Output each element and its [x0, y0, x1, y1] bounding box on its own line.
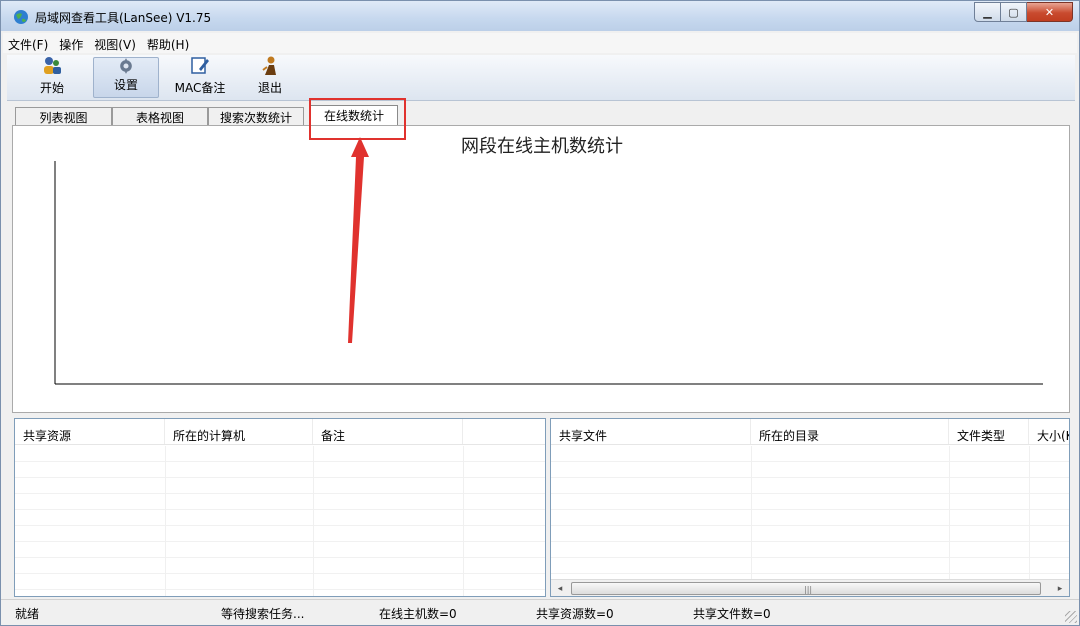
- maximize-icon: ▢: [1008, 5, 1019, 19]
- menu-bar: 文件(F) 操作 视图(V) 帮助(H): [3, 33, 1077, 53]
- menu-help[interactable]: 帮助(H): [142, 33, 195, 53]
- shared-files-list[interactable]: 共享文件 所在的目录 文件类型 大小(K ◂ ||| ▸: [550, 418, 1070, 597]
- minimize-icon: ▁: [983, 5, 992, 19]
- col-share-file[interactable]: 共享文件: [551, 419, 751, 444]
- close-button[interactable]: ✕: [1027, 2, 1073, 22]
- settings-button[interactable]: 设置: [93, 57, 159, 98]
- col-host-computer[interactable]: 所在的计算机: [165, 419, 313, 444]
- shares-list-header: 共享资源 所在的计算机 备注: [15, 419, 545, 445]
- col-directory[interactable]: 所在的目录: [751, 419, 949, 444]
- status-state: 就绪: [15, 607, 40, 621]
- start-button[interactable]: 开始: [19, 55, 85, 100]
- col-share-resource[interactable]: 共享资源: [15, 419, 165, 444]
- maximize-button[interactable]: ▢: [1001, 2, 1027, 22]
- chart-canvas: 网段在线主机数统计: [54, 136, 1043, 385]
- annotation-arrow-icon: [348, 137, 369, 343]
- status-shared-resources: 共享资源数=0: [536, 607, 614, 621]
- col-separator: [949, 446, 950, 579]
- status-online-hosts: 在线主机数=0: [379, 607, 457, 621]
- minimize-button[interactable]: ▁: [974, 2, 1001, 22]
- app-globe-icon: [14, 10, 28, 24]
- mac-note-edit-icon: [191, 57, 209, 74]
- scrollbar-thumb[interactable]: |||: [571, 582, 1041, 595]
- exit-label: 退出: [257, 81, 282, 95]
- scroll-left-icon[interactable]: ◂: [554, 583, 566, 595]
- menu-file[interactable]: 文件(F): [3, 33, 54, 53]
- online-hosts-chart: 网段在线主机数统计: [12, 125, 1070, 413]
- tab-table-view[interactable]: 表格视图: [112, 107, 208, 126]
- settings-label: 设置: [113, 78, 138, 92]
- col-separator: [165, 446, 166, 596]
- exit-button[interactable]: 退出: [237, 55, 303, 100]
- status-bar: 就绪 等待搜索任务... 在线主机数=0 共享资源数=0 共享文件数=0: [1, 599, 1079, 625]
- col-separator: [751, 446, 752, 579]
- settings-gear-icon: [120, 58, 132, 74]
- mac-note-label: MAC备注: [174, 81, 226, 95]
- chart-title: 网段在线主机数统计: [461, 136, 623, 157]
- menu-operation[interactable]: 操作: [54, 33, 89, 53]
- tab-list-view[interactable]: 列表视图: [15, 107, 112, 126]
- grip-icon: |||: [804, 585, 813, 594]
- resize-grip-icon[interactable]: [1065, 611, 1077, 623]
- toolbar: 开始 设置 MAC备注 退出: [7, 55, 1075, 101]
- mac-note-button[interactable]: MAC备注: [165, 55, 235, 100]
- app-window: 局域网查看工具(LanSee) V1.75 ▁ ▢ ✕ 文件(F) 操作 视图(…: [0, 0, 1080, 626]
- col-separator: [313, 446, 314, 596]
- title-bar[interactable]: 局域网查看工具(LanSee) V1.75 ▁ ▢ ✕: [1, 1, 1079, 31]
- col-separator: [1029, 446, 1030, 579]
- shares-rows: [15, 446, 545, 596]
- tab-search-stats[interactable]: 搜索次数统计: [208, 107, 304, 126]
- menu-view[interactable]: 视图(V): [89, 33, 142, 53]
- status-shared-files: 共享文件数=0: [693, 607, 771, 621]
- start-label: 开始: [39, 81, 64, 95]
- col-separator: [463, 446, 464, 596]
- start-users-icon: [44, 57, 61, 74]
- col-remark[interactable]: 备注: [313, 419, 463, 444]
- window-title: 局域网查看工具(LanSee) V1.75: [35, 11, 212, 25]
- col-size[interactable]: 大小(K: [1029, 419, 1069, 444]
- col-file-type[interactable]: 文件类型: [949, 419, 1029, 444]
- files-horizontal-scrollbar[interactable]: ◂ ||| ▸: [551, 579, 1069, 596]
- status-task: 等待搜索任务...: [221, 607, 305, 621]
- files-list-header: 共享文件 所在的目录 文件类型 大小(K: [551, 419, 1069, 445]
- close-icon: ✕: [1044, 5, 1055, 19]
- shared-resources-list[interactable]: 共享资源 所在的计算机 备注: [14, 418, 546, 597]
- exit-person-icon: [262, 56, 276, 75]
- files-rows: [551, 446, 1069, 579]
- scroll-right-icon[interactable]: ▸: [1054, 583, 1066, 595]
